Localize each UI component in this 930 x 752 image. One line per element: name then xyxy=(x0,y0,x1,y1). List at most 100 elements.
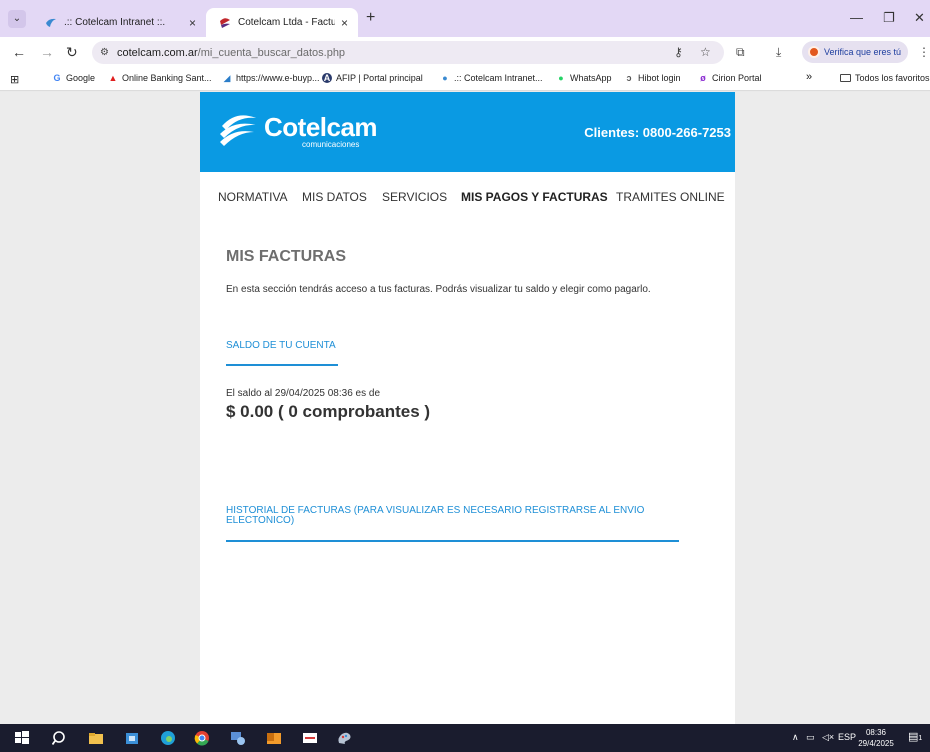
maximize-icon[interactable]: ❐ xyxy=(883,10,895,26)
intro-text: En esta sección tendrás acceso a tus fac… xyxy=(226,284,651,295)
edge-browser-icon[interactable] xyxy=(160,730,176,746)
ebuyplace-icon: ◢ xyxy=(223,73,231,83)
tab-cotelcam-facturas[interactable]: Cotelcam Ltda - Facturas × xyxy=(206,8,358,37)
nav-mis-pagos-facturas[interactable]: MIS PAGOS Y FACTURAS xyxy=(461,190,608,204)
browser-menu-icon[interactable]: ⋮ xyxy=(918,45,930,59)
bookmark-google[interactable]: G Google xyxy=(52,73,95,83)
saldo-section-underline xyxy=(226,364,338,366)
url-host: cotelcam.com.ar xyxy=(116,46,198,59)
cotelcam-logo-icon[interactable] xyxy=(216,112,260,150)
bookmark-cirion[interactable]: ø Cirion Portal xyxy=(698,73,762,83)
password-key-icon[interactable]: ⚷ xyxy=(674,45,683,59)
tab-search-chevron-icon[interactable]: ⌄ xyxy=(8,10,26,28)
bookmark-cotelcam-intranet[interactable]: ● .:: Cotelcam Intranet... xyxy=(440,73,543,83)
nav-normativa[interactable]: NORMATIVA xyxy=(218,190,288,204)
site-header: Cotelcam comunicaciones Clientes: 0800-2… xyxy=(200,92,735,172)
cotelcam-icon: ● xyxy=(442,73,448,83)
page-title: MIS FACTURAS xyxy=(226,248,346,265)
minimize-icon[interactable]: — xyxy=(850,10,863,25)
customer-phone: Clientes: 0800-266-7253 xyxy=(584,125,731,140)
profile-avatar-icon xyxy=(808,46,820,58)
main-nav: NORMATIVA MIS DATOS SERVICIOS MIS PAGOS … xyxy=(200,190,735,206)
verify-profile-button[interactable]: Verifica que eres tú xyxy=(802,41,908,63)
all-bookmarks-folder[interactable]: Todos los favoritos xyxy=(840,73,930,83)
input-language[interactable]: ESP xyxy=(838,732,856,742)
historial-section-heading: HISTORIAL DE FACTURAS (PARA VISUALIZAR E… xyxy=(226,505,645,526)
file-explorer-icon[interactable] xyxy=(88,730,104,746)
tab-title: Cotelcam Ltda - Facturas xyxy=(238,17,335,28)
santander-flame-icon: ▲ xyxy=(108,73,118,83)
browser-tab-strip: ⌄ .:: Cotelcam Intranet ::. × Cotelcam L… xyxy=(0,0,930,37)
saldo-date-label: El saldo al 29/04/2025 08:36 es de xyxy=(226,388,381,399)
system-clock[interactable]: 08:36 29/4/2025 xyxy=(856,727,896,749)
nav-mis-datos[interactable]: MIS DATOS xyxy=(302,190,367,204)
windows-taskbar: ∧ ▭ ◁× ESP 08:36 29/4/2025 ▤1 xyxy=(0,724,930,752)
search-icon[interactable] xyxy=(52,730,68,746)
network-icon[interactable]: ▭ xyxy=(806,732,815,743)
bookmark-santander[interactable]: ▲ Online Banking Sant... xyxy=(108,73,212,83)
hibot-icon: ↄ xyxy=(626,73,632,83)
url-path: /mi_cuenta_buscar_datos.php xyxy=(197,46,346,59)
bookmark-label: .:: Cotelcam Intranet... xyxy=(454,73,543,83)
bookmark-ebuyplace[interactable]: ◢ https://www.e-buyp... xyxy=(222,73,320,83)
brand-name: Cotelcam xyxy=(264,112,378,142)
new-tab-button[interactable]: + xyxy=(366,10,375,26)
windows-start-icon[interactable] xyxy=(14,730,30,746)
notifications-icon[interactable]: ▤1 xyxy=(908,730,922,743)
verify-label: Verifica que eres tú xyxy=(824,47,902,57)
more-bookmarks-icon[interactable]: » xyxy=(806,71,812,83)
chrome-browser-icon[interactable] xyxy=(194,730,210,746)
reload-icon[interactable]: ↻ xyxy=(66,44,78,60)
download-icon[interactable]: ⤓ xyxy=(776,45,781,60)
tab-close-icon[interactable]: × xyxy=(189,16,196,30)
saldo-section-heading: SALDO DE TU CUENTA xyxy=(226,340,336,351)
notification-count: 1 xyxy=(918,735,923,742)
nav-tramites-online[interactable]: TRAMITES ONLINE xyxy=(616,190,725,204)
page-viewport: Cotelcam comunicaciones Clientes: 0800-2… xyxy=(0,92,930,724)
folder-icon xyxy=(840,74,851,82)
extensions-puzzle-icon[interactable]: ⧉ xyxy=(736,45,745,60)
historial-section-underline xyxy=(226,540,679,542)
whatsapp-icon: ● xyxy=(558,73,564,83)
mail-app-icon[interactable] xyxy=(302,730,318,746)
bookmark-label: Hibot login xyxy=(638,73,681,83)
site-settings-icon[interactable]: ⚙ xyxy=(100,47,109,58)
bookmark-label: Online Banking Sant... xyxy=(122,73,212,83)
store-icon[interactable] xyxy=(124,730,140,746)
saldo-amount: $ 0.00 ( 0 comprobantes ) xyxy=(226,402,431,421)
url-field[interactable]: ⚙ cotelcam.com.ar/mi_cuenta_buscar_datos… xyxy=(92,41,724,64)
bookmark-label: AFIP | Portal principal xyxy=(336,73,423,83)
bookmarks-bar: ⊞ G Google ▲ Online Banking Sant... ◢ ht… xyxy=(0,67,930,91)
paint-icon[interactable] xyxy=(336,730,352,746)
close-window-icon[interactable]: ✕ xyxy=(914,10,925,26)
cirion-icon: ø xyxy=(700,73,706,83)
tray-overflow-icon[interactable]: ∧ xyxy=(792,732,799,743)
bookmark-hibot[interactable]: ↄ Hibot login xyxy=(624,73,681,83)
outlook-icon[interactable] xyxy=(266,730,282,746)
back-arrow-icon[interactable]: ← xyxy=(12,44,26,60)
cotelcam-favicon-icon xyxy=(46,18,56,27)
forward-arrow-icon[interactable]: → xyxy=(40,44,54,60)
bookmark-label: https://www.e-buyp... xyxy=(236,73,320,83)
remote-desktop-icon[interactable] xyxy=(230,730,246,746)
nav-servicios[interactable]: SERVICIOS xyxy=(382,190,447,204)
apps-grid-icon[interactable]: ⊞ xyxy=(10,73,19,86)
tab-cotelcam-intranet[interactable]: .:: Cotelcam Intranet ::. × xyxy=(32,8,206,37)
cotelcam-favicon-icon xyxy=(220,17,230,28)
bookmark-afip[interactable]: A AFIP | Portal principal xyxy=(322,73,423,83)
address-bar-row: ← → ↻ ⚙ cotelcam.com.ar/mi_cuenta_buscar… xyxy=(0,37,930,67)
google-icon: G xyxy=(53,73,61,83)
afip-icon: A xyxy=(322,73,332,83)
bookmark-label: Todos los favoritos xyxy=(855,73,930,83)
bookmark-label: WhatsApp xyxy=(570,73,612,83)
bookmark-label: Cirion Portal xyxy=(712,73,762,83)
tab-close-icon[interactable]: × xyxy=(341,16,348,30)
clock-date: 29/4/2025 xyxy=(858,739,894,748)
bookmark-label: Google xyxy=(66,73,96,83)
volume-muted-icon[interactable]: ◁× xyxy=(822,732,834,743)
tab-title: .:: Cotelcam Intranet ::. xyxy=(64,17,166,28)
site-container: Cotelcam comunicaciones Clientes: 0800-2… xyxy=(200,92,735,724)
clock-time: 08:36 xyxy=(865,728,887,737)
bookmark-whatsapp[interactable]: ● WhatsApp xyxy=(556,73,612,83)
bookmark-star-icon[interactable]: ☆ xyxy=(700,45,711,59)
